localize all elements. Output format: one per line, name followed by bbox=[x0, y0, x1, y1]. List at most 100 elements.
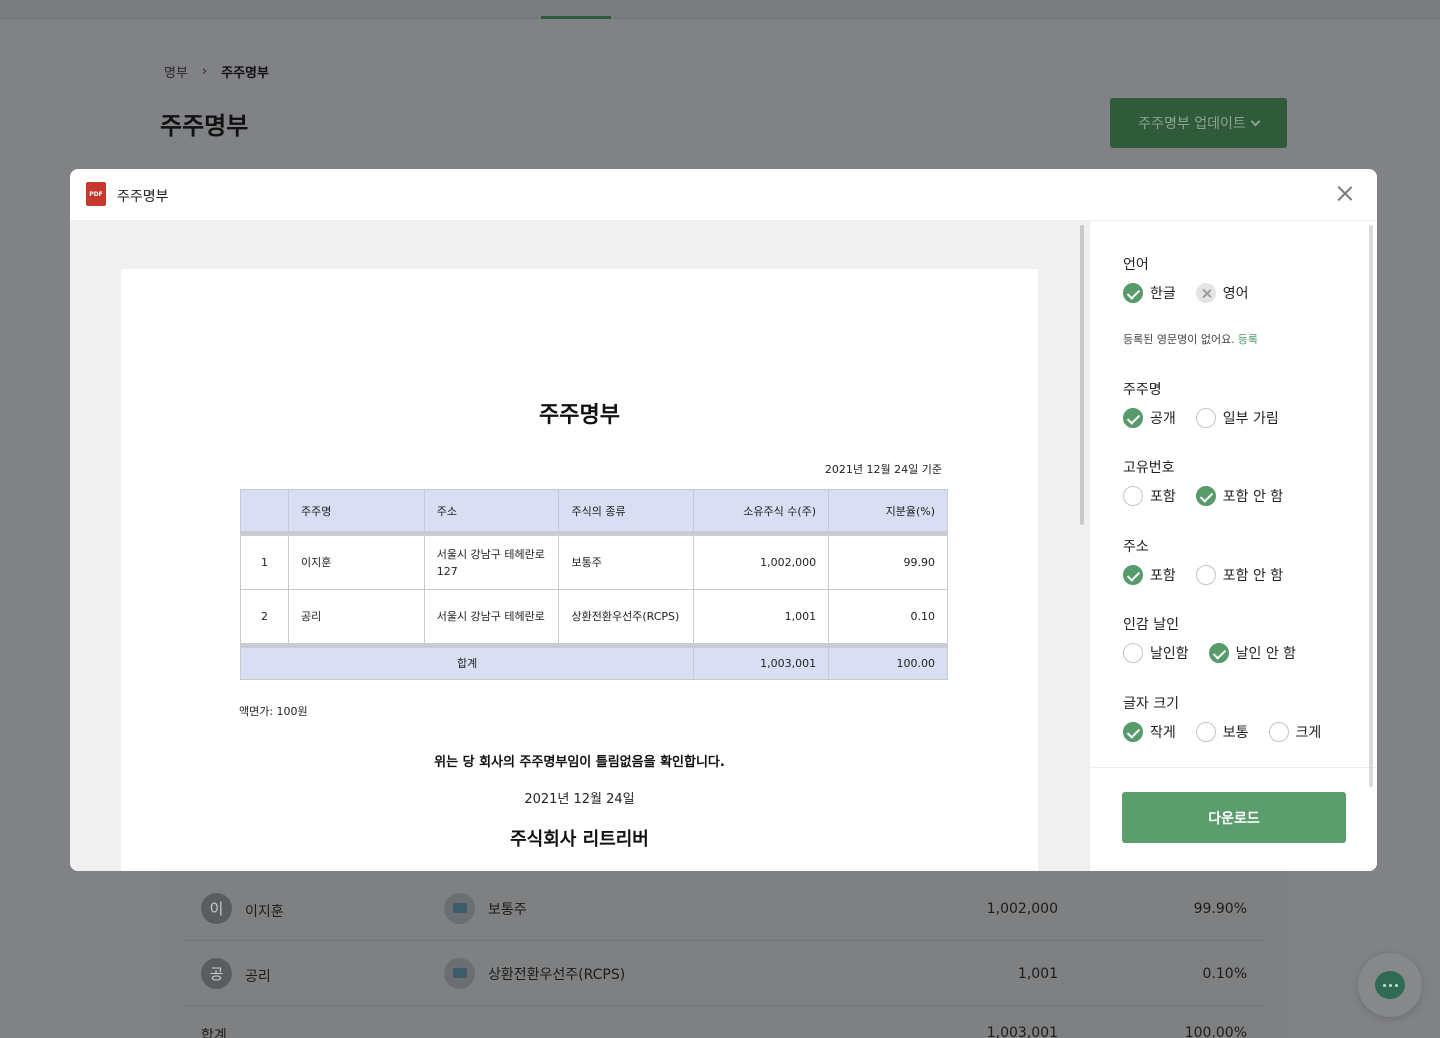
option-language: 언어 한글 영어 bbox=[1123, 254, 1249, 303]
unique-number-include-option[interactable]: 포함 bbox=[1123, 486, 1176, 506]
header-no bbox=[240, 489, 289, 536]
name-public-option[interactable]: 공개 bbox=[1123, 408, 1176, 428]
language-korean-option[interactable]: 한글 bbox=[1123, 283, 1176, 303]
row-address: 서울시 강남구 테헤란로 bbox=[423, 589, 560, 646]
font-size-small-option[interactable]: 작게 bbox=[1123, 722, 1176, 742]
x-circle-icon bbox=[1195, 283, 1216, 303]
address-include-option[interactable]: 포함 bbox=[1123, 565, 1176, 585]
chat-bubble-icon bbox=[1375, 971, 1405, 999]
option-address: 주소 포함 포함 안 함 bbox=[1123, 536, 1283, 585]
total-shares: 1,003,001 bbox=[693, 643, 830, 680]
option-shareholder-name: 주주명 공개 일부 가림 bbox=[1123, 379, 1279, 428]
option-label: 인감 날인 bbox=[1123, 617, 1179, 633]
update-shareholder-registry-button[interactable]: 주주명부 업데이트 bbox=[1110, 98, 1287, 148]
check-circle-icon bbox=[1123, 565, 1143, 585]
register-link[interactable]: 등록 bbox=[1238, 333, 1258, 346]
avatar: 이 bbox=[201, 893, 232, 924]
address-exclude-option[interactable]: 포함 안 함 bbox=[1195, 565, 1283, 585]
stock-type: 상환전환우선주(RCPS) bbox=[488, 967, 626, 983]
row-type: 보통주 bbox=[558, 533, 695, 590]
radio-circle-icon bbox=[1123, 486, 1143, 506]
folder-icon bbox=[444, 958, 475, 989]
total-ratio: 100.00% bbox=[1184, 1025, 1247, 1038]
row-name: 이지훈 bbox=[287, 533, 425, 590]
breadcrumb: 명부 › 주주명부 bbox=[164, 62, 269, 81]
document-table-total: 합계 1,003,001 100.00 bbox=[239, 643, 948, 680]
par-value: 액면가: 100원 bbox=[239, 705, 308, 718]
document-table-row: 2 공리 서울시 강남구 테헤란로 상환전환우선주(RCPS) 1,001 0.… bbox=[240, 589, 948, 646]
document-preview-pane[interactable]: 주주명부 2021년 12월 24일 기준 주주명 주소 주식의 종류 소유주식… bbox=[70, 221, 1089, 871]
radio-circle-icon bbox=[1195, 408, 1216, 428]
share-ratio: 99.90% bbox=[1193, 901, 1247, 917]
chevron-down-icon bbox=[1250, 116, 1261, 126]
total-label: 합계 bbox=[201, 1028, 227, 1038]
document-table-header: 주주명 주소 주식의 종류 소유주식 수(주) 지분율(%) bbox=[240, 489, 948, 536]
option-unique-number: 고유번호 포함 포함 안 함 bbox=[1123, 457, 1283, 506]
header-shares: 소유주식 수(주) bbox=[693, 489, 830, 536]
shareholder-name: 이지훈 bbox=[245, 904, 284, 920]
row-shares: 1,001 bbox=[693, 589, 830, 646]
unique-number-exclude-option[interactable]: 포함 안 함 bbox=[1195, 486, 1283, 506]
modal-title: 주주명부 bbox=[117, 189, 169, 205]
option-label: 언어 bbox=[1123, 257, 1149, 273]
company-name: 주식회사 리트리버 bbox=[510, 829, 649, 850]
page-title: 주주명부 bbox=[160, 112, 249, 140]
table-row[interactable]: 이 이지훈 보통주 1,002,000 99.90% bbox=[184, 876, 1264, 941]
top-nav-bar bbox=[0, 0, 1440, 19]
issue-date: 2021년 12월 24일 bbox=[524, 792, 635, 807]
english-name-note: 등록된 영문명이 없어요. 등록 bbox=[1123, 333, 1258, 346]
active-tab-indicator bbox=[541, 16, 611, 19]
seal-none-option[interactable]: 날인 안 함 bbox=[1208, 643, 1296, 663]
document-title: 주주명부 bbox=[539, 403, 620, 428]
row-no: 2 bbox=[240, 589, 289, 646]
stock-type: 보통주 bbox=[488, 902, 527, 918]
row-ratio: 99.90 bbox=[828, 533, 948, 590]
row-type: 상환전환우선주(RCPS) bbox=[558, 589, 695, 646]
table-row[interactable]: 공 공리 상환전환우선주(RCPS) 1,001 0.10% bbox=[184, 941, 1264, 1006]
seal-apply-option[interactable]: 날인함 bbox=[1123, 643, 1189, 663]
share-count: 1,001 bbox=[1017, 966, 1058, 982]
font-size-large-option[interactable]: 크게 bbox=[1268, 722, 1321, 742]
breadcrumb-current: 주주명부 bbox=[221, 66, 269, 81]
check-circle-icon bbox=[1195, 486, 1216, 506]
header-ratio: 지분율(%) bbox=[828, 489, 948, 536]
row-shares: 1,002,000 bbox=[693, 533, 830, 590]
total-label: 합계 bbox=[239, 643, 695, 680]
check-circle-icon bbox=[1123, 408, 1143, 428]
document-date-basis: 2021년 12월 24일 기준 bbox=[824, 463, 942, 476]
language-english-option[interactable]: 영어 bbox=[1195, 283, 1249, 303]
font-size-medium-option[interactable]: 보통 bbox=[1195, 722, 1249, 742]
options-scrollbar[interactable] bbox=[1369, 225, 1373, 787]
preview-scrollbar[interactable] bbox=[1080, 225, 1084, 525]
row-address: 서울시 강남구 테헤란로 127 bbox=[423, 533, 560, 590]
document-page: 주주명부 2021년 12월 24일 기준 주주명 주소 주식의 종류 소유주식… bbox=[121, 269, 1038, 871]
total-shares: 1,003,001 bbox=[986, 1025, 1058, 1038]
document-shareholder-table: 주주명 주소 주식의 종류 소유주식 수(주) 지분율(%) 1 이지훈 서울시… bbox=[239, 489, 948, 680]
option-label: 주소 bbox=[1123, 539, 1149, 555]
chat-support-button[interactable] bbox=[1358, 953, 1422, 1017]
export-options-panel: 언어 한글 영어 등록된 영문명이 없어요. 등록 주주명 공개 일부 가림 고유… bbox=[1089, 221, 1377, 871]
share-count: 1,002,000 bbox=[986, 901, 1058, 917]
shareholder-name: 공리 bbox=[245, 969, 271, 985]
breadcrumb-parent[interactable]: 명부 bbox=[164, 62, 188, 81]
folder-icon bbox=[444, 893, 475, 924]
close-icon[interactable] bbox=[1334, 183, 1356, 205]
header-stock-type: 주식의 종류 bbox=[558, 489, 695, 536]
header-address: 주소 bbox=[423, 489, 560, 536]
pdf-preview-modal: PDF 주주명부 주주명부 2021년 12월 24일 기준 주주명 주소 주식… bbox=[70, 169, 1377, 871]
modal-header: PDF 주주명부 bbox=[70, 169, 1377, 221]
row-no: 1 bbox=[240, 533, 289, 590]
update-button-label: 주주명부 업데이트 bbox=[1138, 116, 1246, 132]
divider bbox=[1090, 767, 1377, 768]
check-circle-icon bbox=[1123, 722, 1143, 742]
document-table-row: 1 이지훈 서울시 강남구 테헤란로 127 보통주 1,002,000 99.… bbox=[240, 533, 948, 590]
avatar: 공 bbox=[201, 958, 232, 989]
option-label: 고유번호 bbox=[1123, 460, 1175, 476]
row-name: 공리 bbox=[287, 589, 425, 646]
option-label: 주주명 bbox=[1123, 382, 1162, 398]
total-ratio: 100.00 bbox=[828, 643, 948, 680]
option-seal: 인감 날인 날인함 날인 안 함 bbox=[1123, 614, 1296, 663]
download-button[interactable]: 다운로드 bbox=[1122, 792, 1346, 843]
name-partial-mask-option[interactable]: 일부 가림 bbox=[1195, 408, 1279, 428]
option-label: 글자 크기 bbox=[1123, 696, 1179, 712]
